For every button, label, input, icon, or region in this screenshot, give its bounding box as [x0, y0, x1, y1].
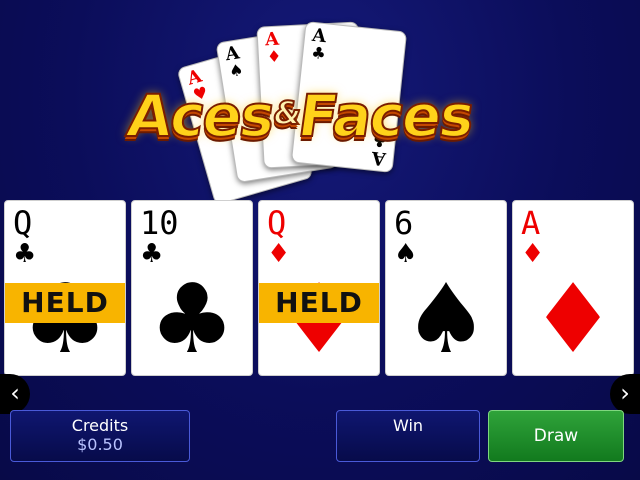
logo-title-part2: Faces	[293, 81, 478, 151]
win-panel: Win	[336, 410, 480, 462]
club-icon: ♣	[148, 263, 236, 375]
spade-icon: ♠	[402, 263, 490, 375]
credits-value: $0.50	[77, 435, 123, 454]
club-icon: ♣	[310, 42, 327, 64]
game-logo-title: Aces&Faces	[95, 81, 505, 151]
credits-panel: Credits $0.50	[10, 410, 190, 462]
card-rank: 6	[394, 204, 414, 242]
card-4[interactable]: 6 ♠ ♠	[385, 200, 507, 376]
chevron-left-icon[interactable]: ‹	[0, 374, 30, 414]
held-badge: HELD	[259, 283, 379, 323]
diamond-icon: ♦	[529, 263, 617, 375]
logo-title-part1: Aces	[122, 81, 279, 151]
card-5[interactable]: A ♦ ♦	[512, 200, 634, 376]
chevron-right-icon[interactable]: ›	[610, 374, 640, 414]
card-rank: Q	[267, 204, 287, 242]
card-rank: Q	[13, 204, 33, 242]
held-badge: HELD	[5, 283, 125, 323]
credits-label: Credits	[71, 416, 129, 435]
card-rank: 10	[140, 204, 179, 242]
card-2[interactable]: 10 ♣ ♣	[131, 200, 253, 376]
player-hand: Q ♣ ♣ HELD 10 ♣ ♣ Q ♦ ♦ HELD 6 ♠ ♠ A ♦ ♦	[0, 200, 640, 376]
card-3[interactable]: Q ♦ ♦ HELD	[258, 200, 380, 376]
spade-icon: ♠	[227, 59, 245, 81]
card-1[interactable]: Q ♣ ♣ HELD	[4, 200, 126, 376]
game-table: A ♥ A ♠ A ♦ A ♣ A ♣ Aces&Faces Q ♣ ♣ HEL…	[0, 0, 640, 480]
diamond-icon: ♦	[266, 46, 282, 67]
win-label: Win	[392, 416, 424, 435]
draw-button[interactable]: Draw	[488, 410, 624, 462]
card-rank: A	[521, 204, 541, 242]
